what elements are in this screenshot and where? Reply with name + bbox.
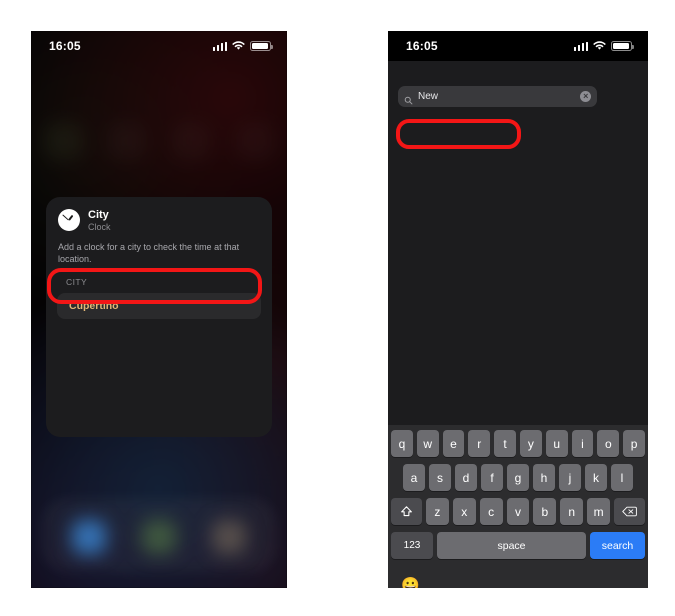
cellular-signal-icon (573, 41, 588, 51)
widget-selected-city-value: Cupertino (69, 300, 119, 313)
status-bar-time: 16:05 (406, 39, 438, 53)
status-bar-icons (212, 41, 273, 51)
search-key[interactable]: search (590, 532, 645, 559)
keyboard-bottom-row: 😀 (391, 566, 645, 589)
keyboard-row-4: 123 space search (391, 532, 645, 559)
key-a[interactable]: a (403, 464, 425, 491)
key-q[interactable]: q (391, 430, 413, 457)
key-s[interactable]: s (429, 464, 451, 491)
clock-app-icon (58, 209, 80, 232)
dock-icon-blurred (72, 520, 106, 554)
battery-icon (611, 41, 634, 51)
key-x[interactable]: x (452, 498, 476, 525)
backspace-key-icon[interactable] (614, 498, 646, 525)
key-y[interactable]: y (520, 430, 542, 457)
emoji-key-icon[interactable]: 😀 (401, 578, 420, 589)
status-bar-left: 16:05 (31, 31, 287, 61)
screenshot-canvas: 16:05 City Clock Add a clock for a city … (0, 0, 675, 616)
widget-title: City (88, 209, 109, 221)
key-l[interactable]: l (611, 464, 633, 491)
key-w[interactable]: w (416, 430, 439, 457)
widget-subtitle: Clock (88, 221, 111, 232)
widget-title-block: City Clock (88, 209, 111, 232)
key-m[interactable]: m (587, 498, 611, 525)
key-o[interactable]: o (597, 430, 620, 457)
key-u[interactable]: u (545, 430, 568, 457)
key-z[interactable]: z (426, 498, 449, 525)
dock-icon-blurred (142, 520, 176, 554)
widget-city-row[interactable]: Cupertino (57, 293, 261, 320)
key-h[interactable]: h (533, 464, 555, 491)
key-c[interactable]: c (479, 498, 503, 525)
search-input[interactable]: New × (398, 86, 598, 107)
keyboard-row-2: a s d f g h j k l (391, 464, 645, 491)
key-g[interactable]: g (507, 464, 529, 491)
wifi-icon (593, 41, 606, 51)
dock-icon-blurred (212, 520, 246, 554)
phone-right-city-search-screen: 16:05 City New × Cancel (388, 31, 648, 588)
key-k[interactable]: k (585, 464, 607, 491)
key-d[interactable]: d (455, 464, 477, 491)
phone-left-home-screen: 16:05 City Clock Add a clock for a city … (31, 31, 287, 588)
search-icon (404, 92, 413, 105)
widget-section-label-city: CITY (66, 277, 88, 288)
keyboard-row-1: q w e r t y u i o p (391, 430, 645, 457)
search-query-text: New (418, 91, 439, 102)
widget-description: Add a clock for a city to check the time… (58, 241, 240, 264)
status-bar-icons (573, 41, 634, 51)
numbers-key[interactable]: 123 (391, 532, 433, 559)
widget-header: City Clock (46, 197, 272, 232)
key-n[interactable]: n (560, 498, 584, 525)
status-bar-time: 16:05 (49, 39, 81, 53)
clear-text-icon[interactable]: × (580, 91, 592, 102)
space-key[interactable]: space (437, 532, 586, 559)
key-b[interactable]: b (533, 498, 557, 525)
key-e[interactable]: e (442, 430, 465, 457)
key-r[interactable]: r (468, 430, 491, 457)
dock-app-icons-blurred (31, 514, 287, 560)
key-v[interactable]: v (506, 498, 530, 525)
on-screen-keyboard: q w e r t y u i o p a s d f g h j k l z … (388, 425, 648, 588)
battery-icon (250, 41, 273, 51)
cellular-signal-icon (212, 41, 227, 51)
keyboard-row-3: z x c v b n m (391, 498, 646, 525)
status-bar-right: 16:05 (388, 31, 648, 61)
wifi-icon (232, 41, 245, 51)
key-t[interactable]: t (494, 430, 516, 457)
clock-widget-config-sheet: City Clock Add a clock for a city to che… (46, 197, 272, 437)
key-p[interactable]: p (623, 430, 645, 457)
key-f[interactable]: f (481, 464, 503, 491)
key-i[interactable]: i (571, 430, 594, 457)
key-j[interactable]: j (559, 464, 581, 491)
shift-key-icon[interactable] (391, 498, 422, 525)
